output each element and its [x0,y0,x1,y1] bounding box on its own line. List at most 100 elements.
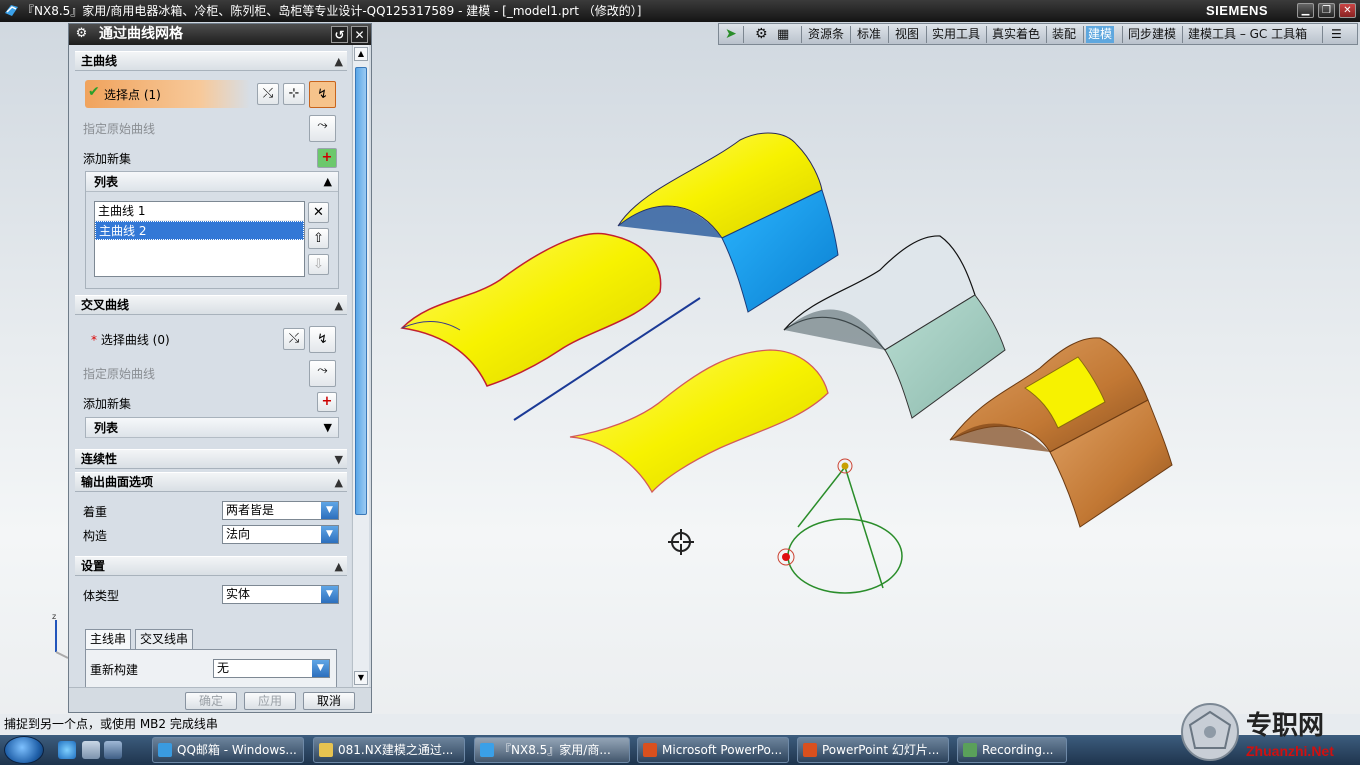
taskbar-item-nx[interactable]: 『NX8.5』家用/商... [474,737,630,763]
apply-button[interactable]: 应用 [244,692,296,710]
specify-original-label: 指定原始曲线 [83,367,156,381]
primary-curve-list[interactable]: 主曲线 1 主曲线 2 [94,201,305,277]
construction-label: 构造 [83,529,108,543]
tab-primary-string[interactable]: 主线串 [85,629,132,649]
rebuild-select[interactable]: 无 ▼ [213,659,330,678]
scroll-thumb[interactable] [355,67,367,515]
show-desktop-icon[interactable] [82,741,100,759]
emphasis-select[interactable]: 两者皆是 ▼ [222,501,339,520]
wavy-surface-upper[interactable] [400,232,662,387]
switch-windows-icon[interactable] [104,741,122,759]
select-curve-icon[interactable]: ↯ [309,81,336,108]
specify-original-label: 指定原始曲线 [83,122,156,136]
watermark-url: Zhuanzhi.Net [1246,743,1334,759]
list-item[interactable]: 主曲线 2 [95,221,304,240]
section-title: 输出曲面选项 [81,475,154,489]
menu-true-shading[interactable]: 真实着色 [990,26,1042,43]
menu-gc-toolkit[interactable]: 建模工具 – GC 工具箱 [1186,26,1309,43]
section-cross-curves[interactable]: 交叉曲线 ▲ [75,295,347,315]
curve-rule-icon[interactable]: ⤯ [257,83,279,105]
folder-icon [319,743,333,757]
tab-cross-string[interactable]: 交叉线串 [135,629,194,649]
add-set-icon[interactable]: + [317,392,337,412]
section-primary-curves[interactable]: 主曲线 ▲ [75,51,347,71]
chevron-up-icon: ▲ [334,299,343,312]
dialog-body: 主曲线 ▲ ✔ 选择点 (1) ⤯ ⊹ ↯ 指定原始曲线 ⤳ 添加新集 + 列表… [69,45,351,687]
dialog-close-button[interactable]: ✕ [351,26,368,43]
ie-icon[interactable] [58,741,76,759]
body-type-label: 体类型 [83,589,120,603]
taskbar-label: 『NX8.5』家用/商... [499,743,611,757]
move-up-icon[interactable]: ⇧ [308,228,329,249]
taskbar-label: PowerPoint 幻灯片... [822,743,940,757]
cross-list-group[interactable]: 列表 ▼ [85,417,339,438]
construction-select[interactable]: 法向 ▼ [222,525,339,544]
chevron-up-icon: ▲ [323,175,332,188]
dialog-title-bar: ⚙ 通过曲线网格 ↺ ✕ [69,24,371,45]
menu-resource-bar[interactable]: 资源条 [806,26,846,43]
toolbar-separator [1083,26,1084,43]
dropdown-arrow-icon: ▼ [321,526,338,543]
through-curve-mesh-dialog: ⚙ 通过曲线网格 ↺ ✕ 主曲线 ▲ ✔ 选择点 (1) ⤯ ⊹ ↯ 指定原始曲… [68,23,372,713]
graphics-viewport[interactable] [372,46,1360,714]
point-dialog-icon[interactable]: ⊹ [283,83,305,105]
original-curve-icon[interactable]: ⤳ [309,115,336,142]
scroll-down-icon[interactable]: ▼ [354,671,368,685]
cross-list-header[interactable]: 列表 ▼ [86,418,338,438]
taskbar-item-powerpoint[interactable]: Microsoft PowerPo... [637,737,789,763]
nx-app-icon [480,743,494,757]
original-curve-icon[interactable]: ⤳ [309,360,336,387]
curve-rule-icon[interactable]: ⤯ [283,328,305,350]
menu-sync-modeling[interactable]: 同步建模 [1126,26,1178,43]
gear-icon[interactable]: ⚙ [753,26,770,43]
taskbar-item-qqmail[interactable]: QQ邮箱 - Windows... [152,737,304,763]
remove-icon[interactable]: ✕ [308,202,329,223]
wavy-surface-lower[interactable] [569,349,829,494]
menu-view[interactable]: 视图 [893,26,921,43]
scroll-up-icon[interactable]: ▲ [354,47,368,61]
dialog-scrollbar[interactable]: ▲ ▼ [352,45,369,687]
body-type-select[interactable]: 实体 ▼ [222,585,339,604]
toolbar-separator [926,26,927,43]
minimize-button[interactable]: ▁ [1297,3,1314,18]
start-button[interactable] [4,736,44,764]
grid-icon[interactable]: ▦ [775,26,791,43]
taskbar-label: QQ邮箱 - Windows... [177,743,297,757]
add-set-icon[interactable]: + [317,148,337,168]
menu-standard[interactable]: 标准 [855,26,883,43]
toolbar-separator [1046,26,1047,43]
menu-assembly[interactable]: 装配 [1050,26,1078,43]
restore-button[interactable]: ❐ [1318,3,1335,18]
taskbar-item-folder[interactable]: 081.NX建模之通过... [313,737,465,763]
ok-button[interactable]: 确定 [185,692,237,710]
required-marker: * 选择曲线 (0) [91,333,170,347]
section-continuity[interactable]: 连续性 ▼ [75,449,347,469]
construction-value: 法向 [226,527,251,541]
slideshow-icon [803,743,817,757]
menu-utilities[interactable]: 实用工具 [930,26,982,43]
list-title: 列表 [94,175,119,189]
reset-icon[interactable]: ↺ [331,26,348,43]
cancel-button[interactable]: 取消 [303,692,355,710]
select-point-row[interactable]: ✔ 选择点 (1) [85,80,250,108]
brand-logo: SIEMENS [1206,3,1269,18]
menu-modeling[interactable]: 建模 [1086,26,1115,43]
taskbar-item-slideshow[interactable]: PowerPoint 幻灯片... [797,737,949,763]
close-window-button[interactable]: ✕ [1339,3,1356,18]
list-item[interactable]: 主曲线 1 [95,202,304,221]
move-down-icon[interactable]: ⇩ [308,254,329,275]
title-bar: 『NX8.5』家用/商用电器冰箱、冷柜、陈列柜、岛柜等专业设计-QQ125317… [0,0,1360,22]
chevron-up-icon: ▲ [334,476,343,489]
toolbar-separator [850,26,851,43]
cone-sketch[interactable] [777,458,903,594]
taskbar-item-recording[interactable]: Recording... [957,737,1067,763]
toolbar-overflow-icon[interactable]: ☰ [1329,26,1344,43]
dialog-footer: 确定 应用 取消 [69,687,371,712]
role-icon[interactable]: ➤ [723,26,739,43]
primary-list-header[interactable]: 列表 ▲ [86,172,338,192]
section-output-options[interactable]: 输出曲面选项 ▲ [75,472,347,492]
select-curve-icon[interactable]: ↯ [309,326,336,353]
dialog-gear-icon[interactable]: ⚙ [73,26,90,43]
window-title: 『NX8.5』家用/商用电器冰箱、冷柜、陈列柜、岛柜等专业设计-QQ125317… [22,4,642,18]
section-settings[interactable]: 设置 ▲ [75,556,347,576]
